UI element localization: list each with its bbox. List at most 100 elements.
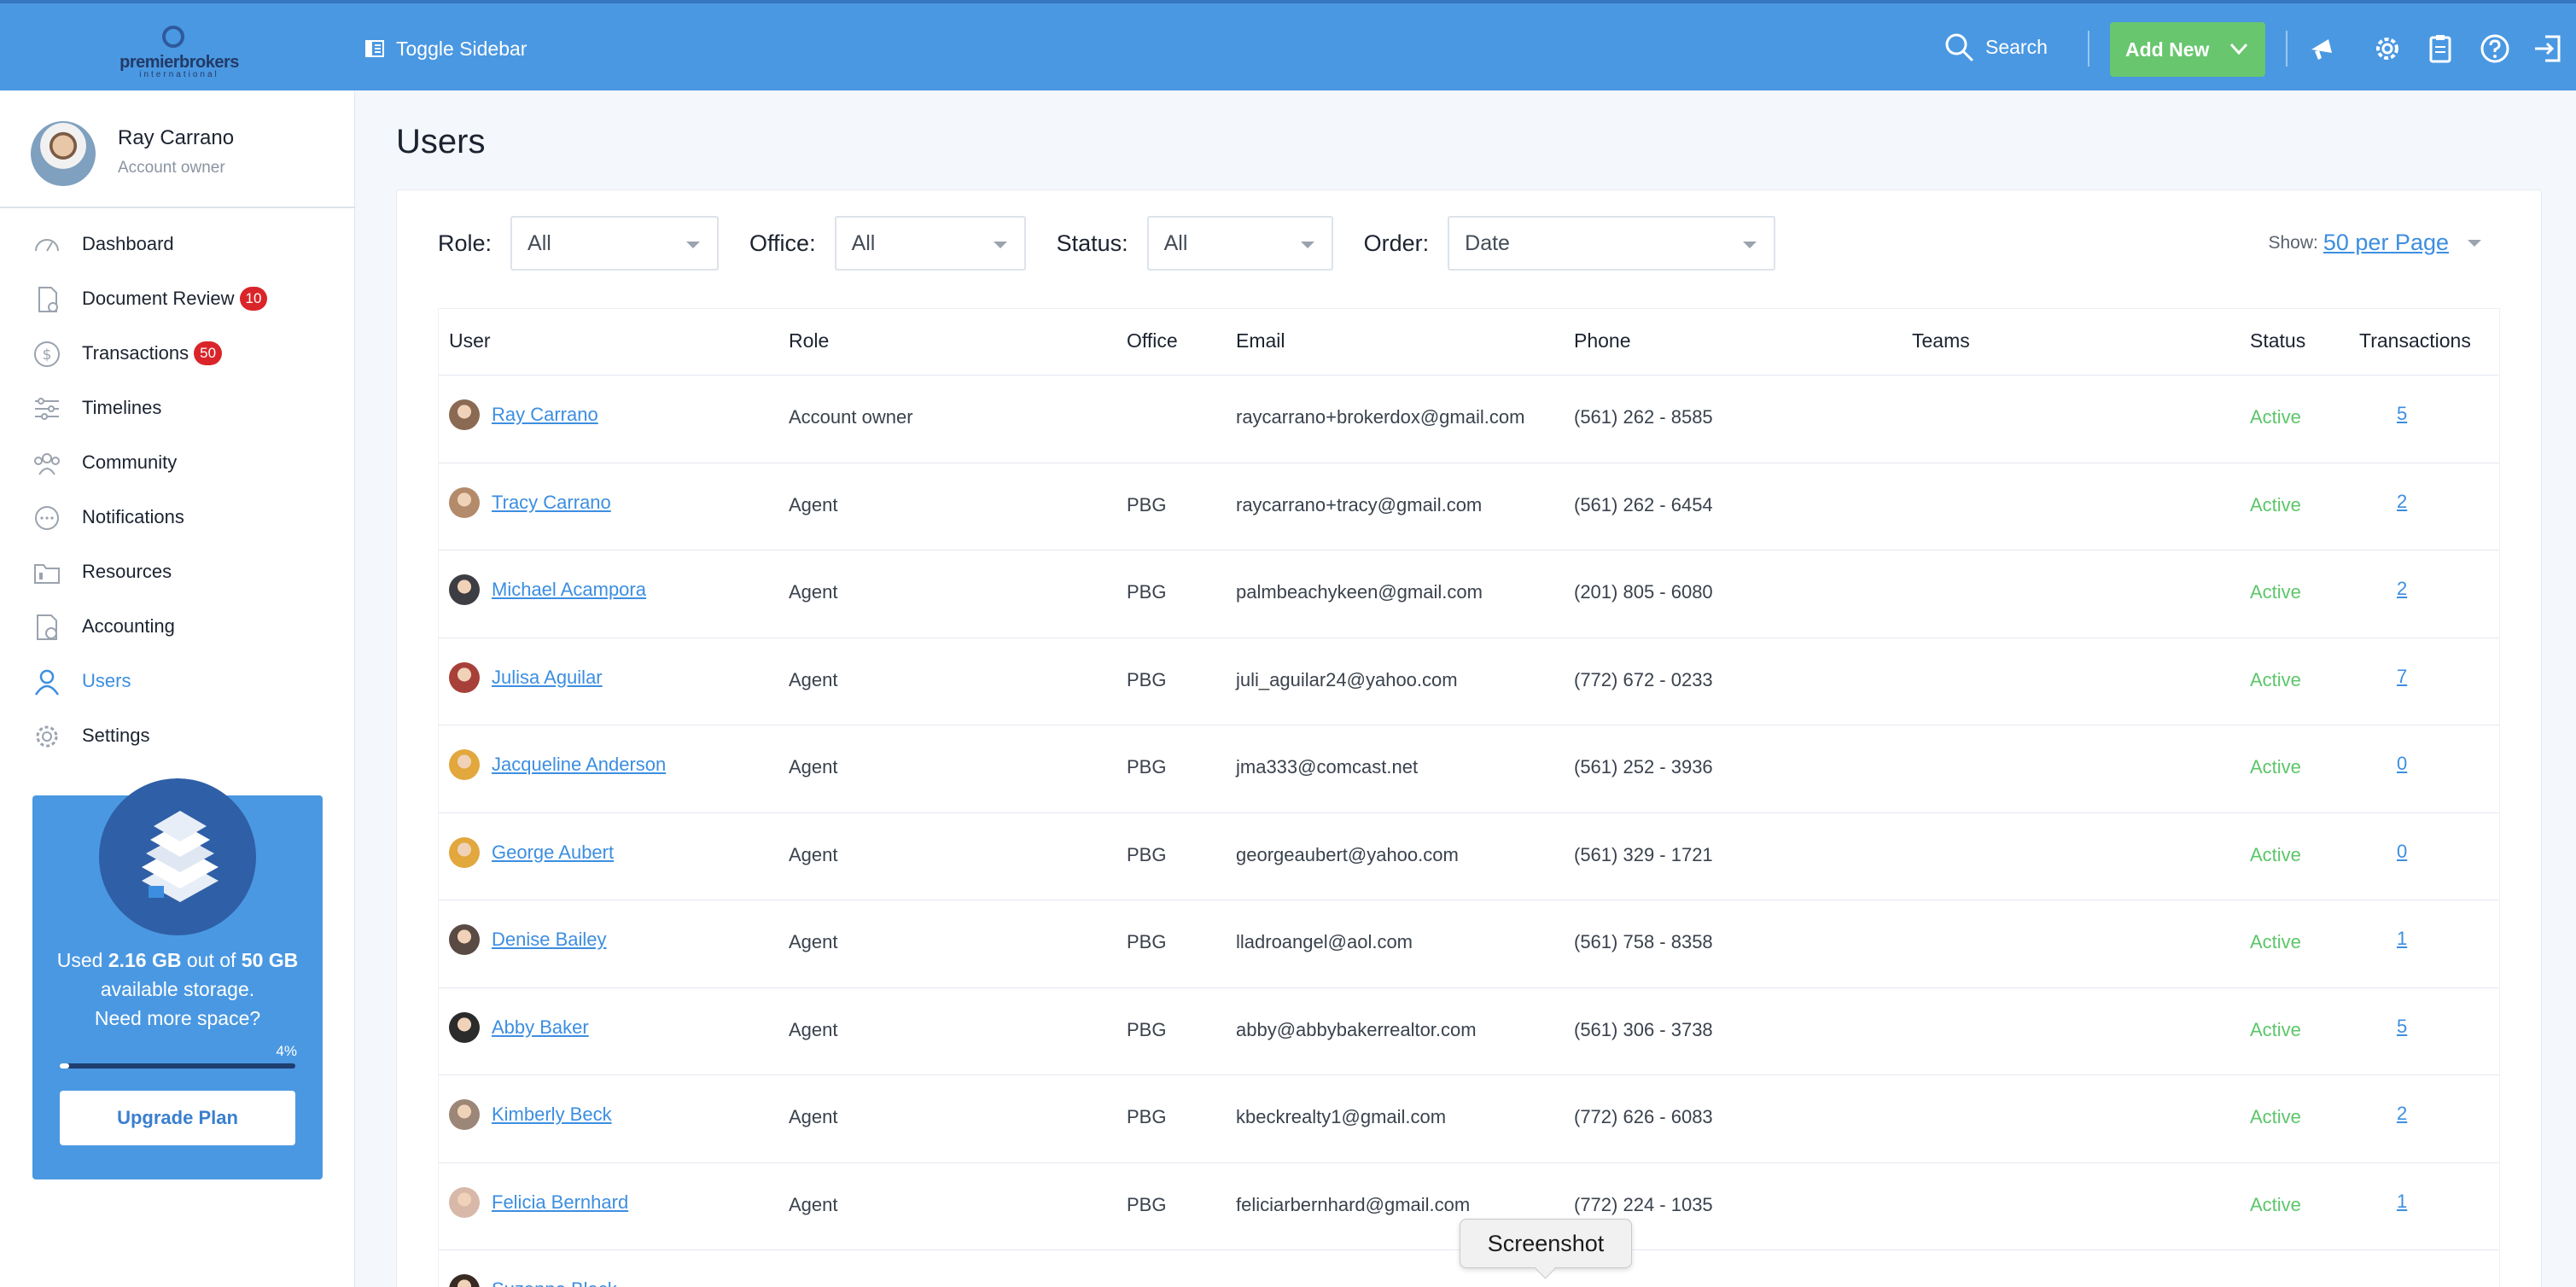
office-cell: PBG [1127, 1018, 1167, 1040]
sidebar-item-dashboard[interactable]: Dashboard [0, 217, 355, 271]
email-cell: georgeaubert@yahoo.com [1236, 843, 1459, 865]
sidebar-toggle-icon [365, 40, 384, 57]
user-name-link[interactable]: Ray Carrano [492, 404, 598, 426]
add-new-button[interactable]: Add New [2110, 22, 2265, 77]
sidebar-item-document-review[interactable]: Document Review 10 [0, 271, 355, 326]
column-header-office[interactable]: Office [1127, 329, 1178, 352]
phone-cell: (772) 224 - 1035 [1574, 1193, 1713, 1215]
sidebar-item-label: Accounting [82, 615, 175, 637]
user-name-link[interactable]: Felicia Bernhard [492, 1191, 628, 1214]
column-header-role[interactable]: Role [789, 329, 829, 352]
column-header-teams[interactable]: Teams [1912, 329, 1970, 352]
sidebar-item-accounting[interactable]: Accounting [0, 599, 355, 654]
caret-down-icon [993, 242, 1007, 248]
upgrade-plan-button[interactable]: Upgrade Plan [60, 1091, 295, 1145]
avatar [449, 1186, 480, 1218]
caret-down-icon[interactable] [2468, 239, 2481, 247]
role-cell: Account owner [789, 406, 913, 428]
toggle-sidebar-button[interactable]: Toggle Sidebar [365, 34, 527, 63]
transactions-count-link[interactable]: 5 [2397, 403, 2407, 425]
sidebar-item-community[interactable]: Community [0, 435, 355, 490]
clipboard-icon[interactable] [2424, 32, 2457, 65]
sidebar-nav: Dashboard Document Review 10 $ Transacti… [0, 217, 355, 763]
sidebar-item-resources[interactable]: Resources [0, 544, 355, 599]
svg-text:$: $ [43, 346, 52, 364]
transactions-count-link[interactable]: 2 [2397, 1103, 2407, 1125]
column-header-email[interactable]: Email [1236, 329, 1285, 352]
transactions-count-link[interactable]: 0 [2397, 841, 2407, 863]
user-name-link[interactable]: Abby Baker [492, 1016, 589, 1039]
count-badge: 50 [194, 341, 223, 365]
logout-icon[interactable] [2532, 32, 2564, 65]
user-name-link[interactable]: Jacqueline Anderson [492, 754, 666, 776]
avatar [449, 574, 480, 605]
gear-icon [36, 725, 58, 748]
storage-illustration [99, 778, 256, 935]
search-button[interactable]: Search [1944, 32, 2048, 61]
user-name-link[interactable]: Denise Bailey [492, 929, 607, 951]
status-filter-label: Status: [1056, 230, 1128, 256]
email-cell: jma333@comcast.net [1236, 756, 1419, 777]
phone-cell: (201) 805 - 6080 [1574, 581, 1713, 603]
transactions-count-link[interactable]: 2 [2397, 578, 2407, 600]
page-size-select[interactable]: 50 per Page [2323, 230, 2449, 256]
role-cell: Agent [789, 1106, 838, 1127]
storage-text-outof: out of [181, 949, 242, 971]
transactions-count-link[interactable]: 5 [2397, 1016, 2407, 1038]
user-name-link[interactable]: Kimberly Beck [492, 1104, 612, 1126]
transactions-count-link[interactable]: 1 [2397, 1191, 2407, 1213]
column-header-user[interactable]: User [449, 329, 491, 352]
table-row: Abby Baker Agent PBG abby@abbybakerrealtor.… [439, 988, 2499, 1075]
column-header-transactions[interactable]: Transactions [2359, 329, 2471, 352]
column-header-phone[interactable]: Phone [1574, 329, 1631, 352]
transactions-count-link[interactable]: 2 [2397, 491, 2407, 513]
status-badge: Active [2250, 406, 2301, 428]
role-filter-select[interactable]: All [510, 216, 720, 271]
role-cell: Agent [789, 581, 838, 603]
storage-percent: 4% [276, 1043, 297, 1059]
sidebar-item-users[interactable]: Users [0, 654, 355, 708]
user-cell: Felicia Bernhard [449, 1186, 628, 1218]
email-cell: palmbeachykeen@gmail.com [1236, 581, 1483, 603]
user-name-link[interactable]: Tracy Carrano [492, 492, 611, 514]
transactions-count-link[interactable]: 7 [2397, 666, 2407, 688]
phone-cell: (772) 626 - 6083 [1574, 1106, 1713, 1127]
gear-icon[interactable] [2371, 32, 2404, 65]
filter-bar: Role: All Office: All Status: All Order:… [438, 216, 1806, 271]
status-badge: Active [2250, 1193, 2301, 1215]
storage-text-available: available storage. [100, 978, 255, 1000]
storage-progress-fill [60, 1063, 70, 1069]
folder-icon [34, 564, 60, 584]
order-filter-label: Order: [1363, 230, 1430, 256]
role-filter-label: Role: [438, 230, 492, 256]
status-filter-select[interactable]: All [1146, 216, 1333, 271]
user-cell: Suzanne Black [449, 1274, 617, 1287]
status-badge: Active [2250, 843, 2301, 865]
transactions-count-link[interactable]: 1 [2397, 928, 2407, 950]
profile-panel[interactable]: Ray Carrano Account owner [0, 90, 355, 208]
sidebar-item-settings[interactable]: Settings [0, 708, 355, 763]
dashboard-icon [35, 239, 59, 252]
user-name-link[interactable]: Julisa Aguilar [492, 667, 603, 689]
broadcast-icon[interactable] [2306, 32, 2339, 65]
office-cell: PBG [1127, 843, 1167, 865]
status-badge: Active [2250, 668, 2301, 690]
order-filter-select[interactable]: Date [1448, 216, 1776, 271]
user-name-link[interactable]: Michael Acampora [492, 579, 646, 601]
user-cell: Kimberly Beck [449, 1099, 612, 1130]
sidebar-item-timelines[interactable]: Timelines [0, 381, 355, 435]
email-cell: lladroangel@aol.com [1236, 931, 1413, 952]
table-row: Jacqueline Anderson Agent PBG jma333@comcas… [439, 725, 2499, 813]
screenshot-tooltip: Screenshot [1460, 1219, 1632, 1268]
user-name-link[interactable]: Suzanne Black [492, 1278, 617, 1287]
sidebar-item-transactions[interactable]: $ Transactions 50 [0, 326, 355, 381]
avatar [31, 121, 96, 186]
dollar-icon: $ [34, 341, 60, 367]
help-icon[interactable] [2479, 32, 2511, 65]
user-name-link[interactable]: George Aubert [492, 842, 614, 864]
transactions-count-link[interactable]: 0 [2397, 753, 2407, 775]
office-filter-select[interactable]: All [834, 216, 1026, 271]
company-logo[interactable]: premierbrokers international [119, 26, 239, 79]
sidebar-item-notifications[interactable]: Notifications [0, 490, 355, 544]
column-header-status[interactable]: Status [2250, 329, 2305, 352]
